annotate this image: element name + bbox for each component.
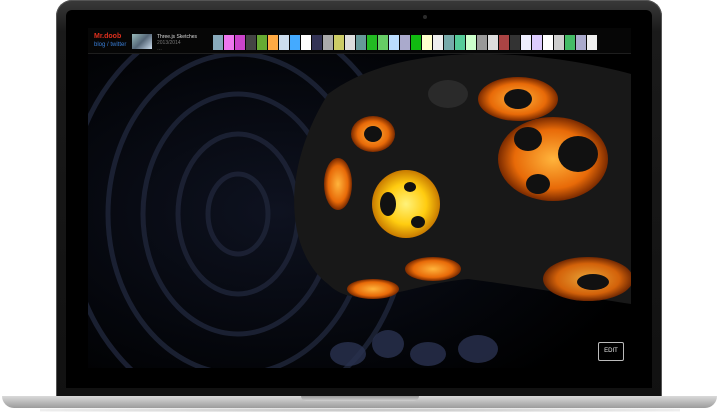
project-thumbnail[interactable] bbox=[246, 35, 256, 50]
project-thumbnail[interactable] bbox=[543, 35, 553, 50]
project-thumbnail[interactable] bbox=[422, 35, 432, 50]
project-thumbnail[interactable] bbox=[356, 35, 366, 50]
brand-links[interactable]: blog / twitter bbox=[94, 41, 126, 49]
sculpture bbox=[294, 54, 631, 304]
project-thumbnail[interactable] bbox=[213, 35, 223, 50]
thumbnail-strip bbox=[213, 35, 598, 50]
project-thumbnail[interactable] bbox=[367, 35, 377, 50]
camera-icon bbox=[423, 15, 427, 19]
project-thumbnail[interactable] bbox=[455, 35, 465, 50]
project-thumbnail[interactable] bbox=[565, 35, 575, 50]
project-thumbnail[interactable] bbox=[257, 35, 267, 50]
project-thumbnail[interactable] bbox=[554, 35, 564, 50]
project-thumbnail[interactable] bbox=[290, 35, 300, 50]
project-thumbnail[interactable] bbox=[279, 35, 289, 50]
brand: Mr.doob blog / twitter bbox=[94, 33, 126, 49]
project-thumbnail[interactable] bbox=[224, 35, 234, 50]
edit-button[interactable]: EDIT bbox=[598, 342, 624, 361]
project-thumbnail[interactable] bbox=[268, 35, 278, 50]
project-thumbnail[interactable] bbox=[510, 35, 520, 50]
project-thumbnail[interactable] bbox=[444, 35, 454, 50]
project-thumbnail[interactable] bbox=[576, 35, 586, 50]
3d-scene-canvas[interactable] bbox=[88, 54, 631, 368]
project-info: Three.js Sketches 2013/2014 … bbox=[157, 34, 197, 52]
project-thumbnail[interactable] bbox=[378, 35, 388, 50]
project-thumbnail[interactable] bbox=[499, 35, 509, 50]
project-thumbnail[interactable] bbox=[400, 35, 410, 50]
project-thumbnail[interactable] bbox=[323, 35, 333, 50]
project-thumbnail[interactable] bbox=[235, 35, 245, 50]
laptop-notch bbox=[301, 396, 419, 401]
brand-name-link[interactable]: Mr.doob bbox=[94, 33, 126, 41]
project-thumbnail[interactable] bbox=[532, 35, 542, 50]
top-navigation-bar: Mr.doob blog / twitter Three.js Sketches… bbox=[88, 28, 631, 54]
base-shadow bbox=[40, 408, 680, 412]
project-thumbnail[interactable] bbox=[477, 35, 487, 50]
project-thumbnail[interactable] bbox=[389, 35, 399, 50]
project-detail: … bbox=[157, 46, 162, 52]
project-thumbnail[interactable] bbox=[312, 35, 322, 50]
browser-screen: Mr.doob blog / twitter Three.js Sketches… bbox=[88, 28, 631, 368]
current-project-thumbnail[interactable] bbox=[132, 34, 152, 49]
project-thumbnail[interactable] bbox=[488, 35, 498, 50]
project-thumbnail[interactable] bbox=[345, 35, 355, 50]
project-thumbnail[interactable] bbox=[301, 35, 311, 50]
project-thumbnail[interactable] bbox=[411, 35, 421, 50]
project-thumbnail[interactable] bbox=[433, 35, 443, 50]
project-thumbnail[interactable] bbox=[587, 35, 597, 50]
project-thumbnail[interactable] bbox=[521, 35, 531, 50]
project-thumbnail[interactable] bbox=[466, 35, 476, 50]
project-thumbnail[interactable] bbox=[334, 35, 344, 50]
